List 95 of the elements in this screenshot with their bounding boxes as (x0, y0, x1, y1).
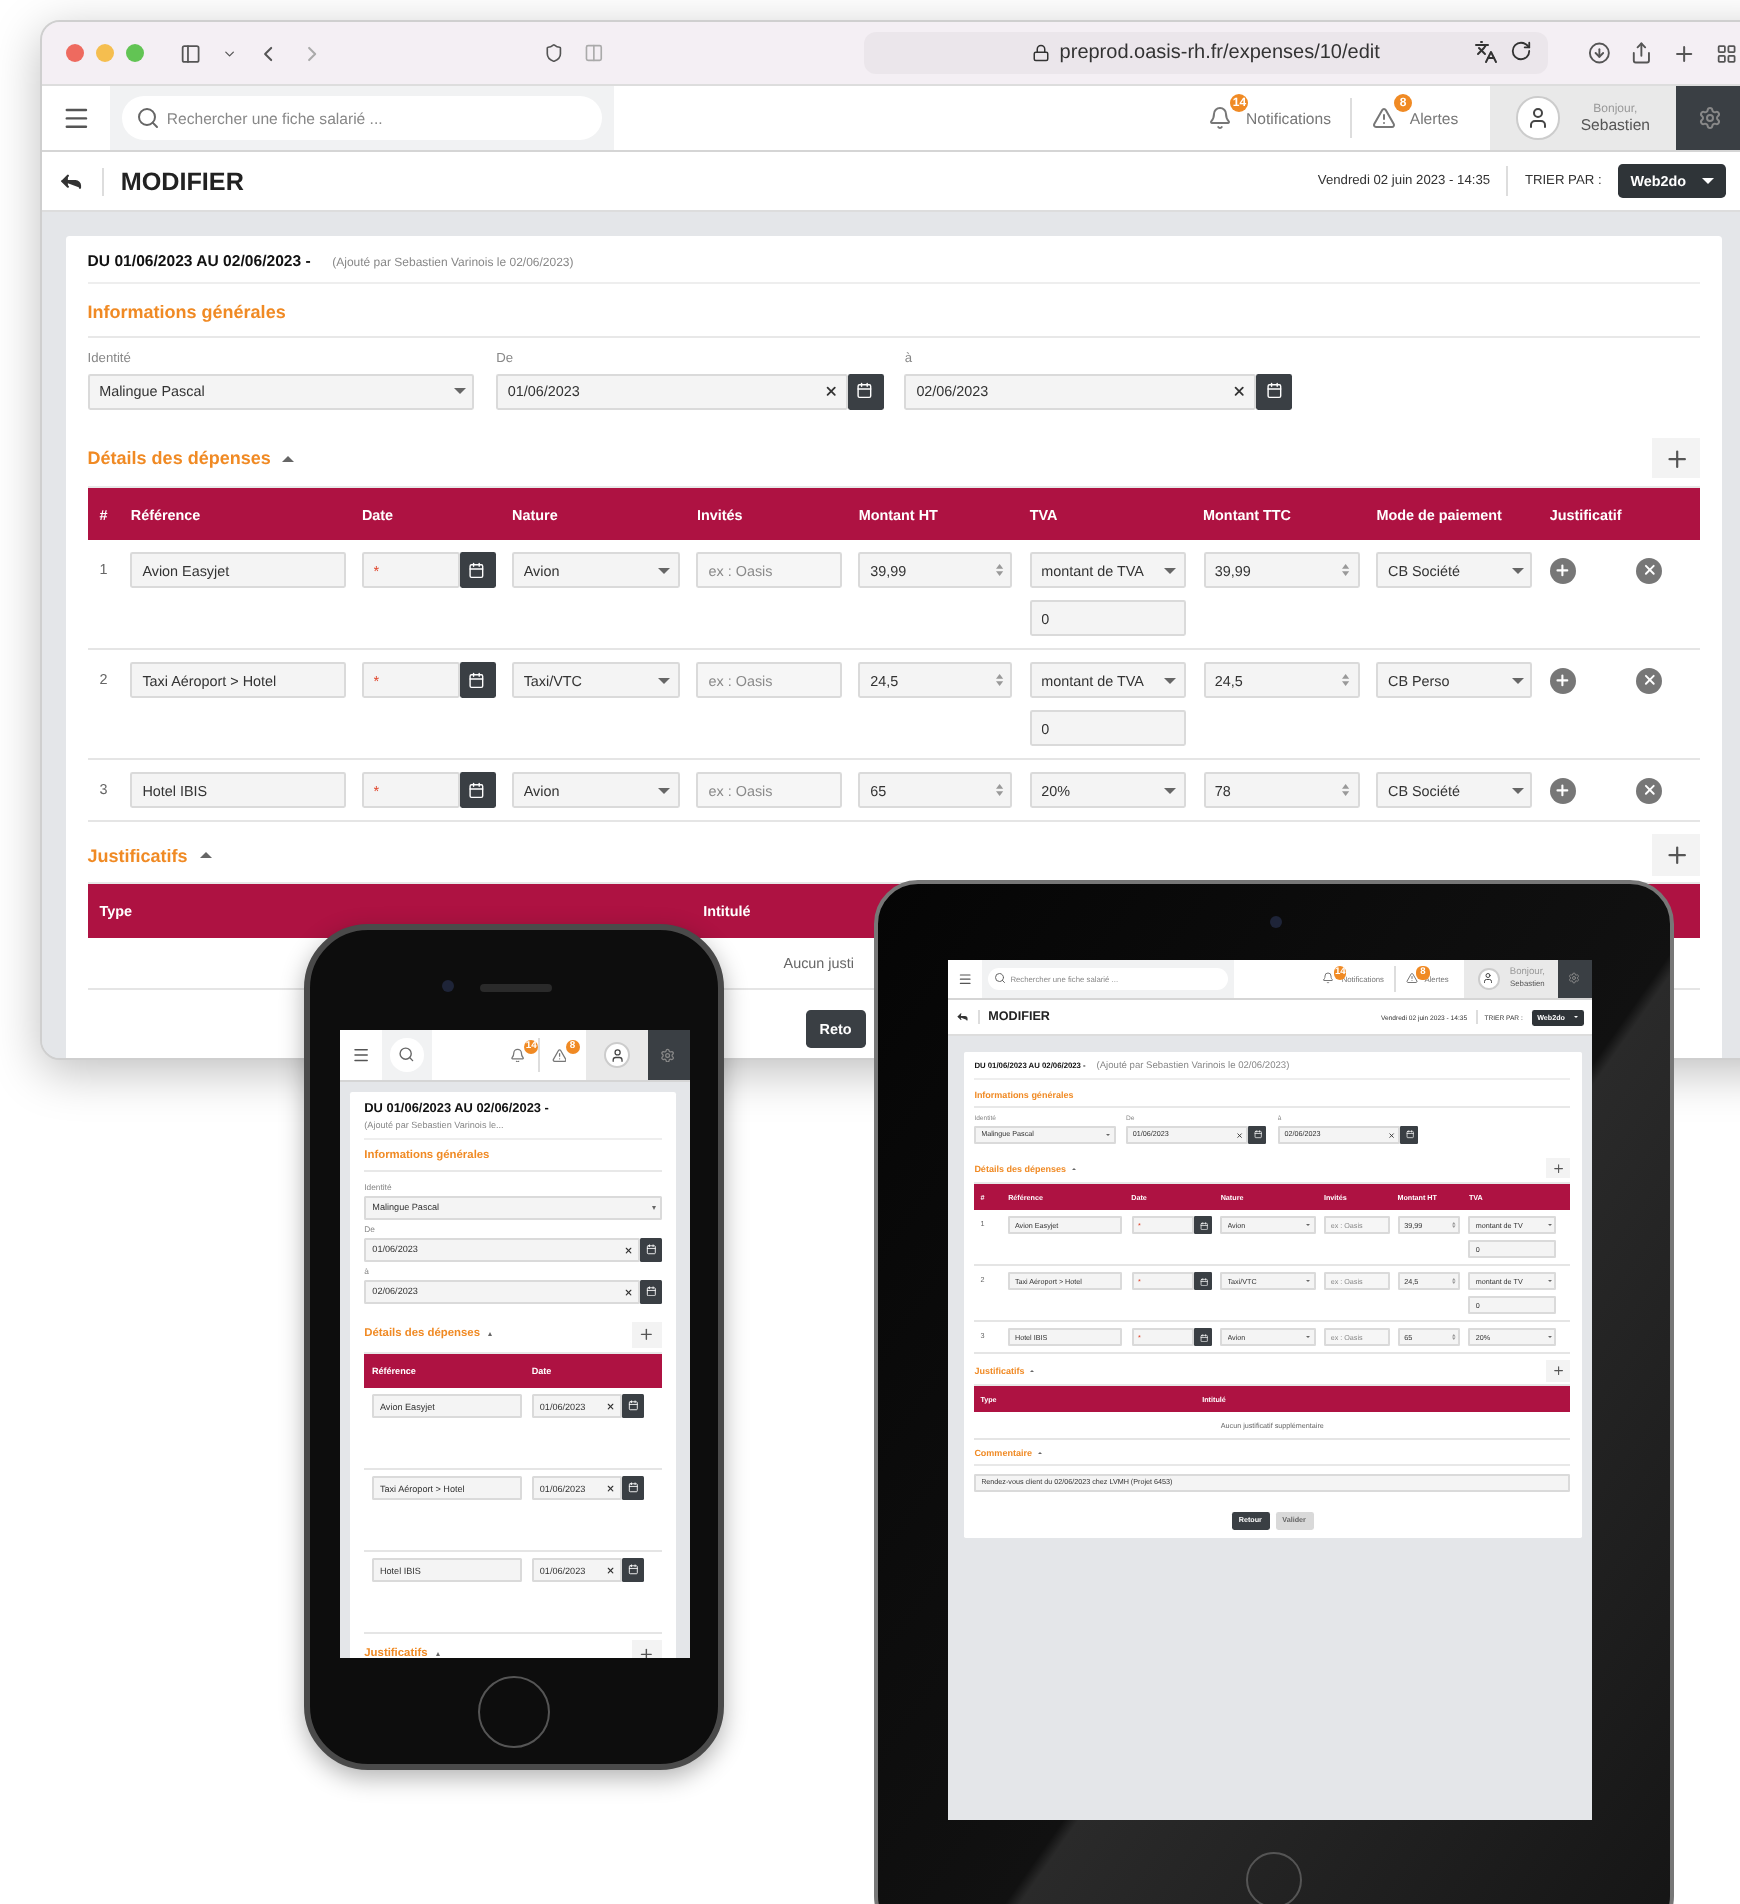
caret-icon[interactable] (435, 1651, 440, 1656)
calendar-button[interactable] (1194, 1272, 1213, 1291)
spinner-icon[interactable] (1342, 674, 1351, 687)
clear-icon[interactable] (1231, 383, 1247, 399)
spinner-icon[interactable] (996, 784, 1004, 797)
url-text: preprod.oasis-rh.fr/expenses/10/edit (1059, 42, 1380, 64)
section-title: Détails des dépenses (87, 448, 271, 469)
calendar-button[interactable] (639, 1238, 663, 1262)
calendar-button[interactable] (1194, 1328, 1213, 1347)
settings-icon[interactable] (1698, 106, 1722, 130)
home-button[interactable] (478, 1676, 550, 1748)
caret-icon (652, 1205, 657, 1210)
calendar-button[interactable] (847, 373, 884, 410)
x-icon (1641, 562, 1658, 579)
close-button[interactable] (66, 44, 84, 62)
add-button[interactable] (1546, 1360, 1571, 1381)
caret-icon[interactable] (487, 1332, 492, 1337)
tabs-overview-icon[interactable] (1716, 39, 1739, 67)
calendar-button[interactable] (1248, 1125, 1267, 1144)
translate-icon[interactable] (1473, 40, 1497, 64)
caret-icon (1511, 787, 1524, 794)
calendar-icon (468, 782, 486, 800)
calendar-button[interactable] (1255, 373, 1292, 410)
address-bar[interactable]: preprod.oasis-rh.fr/expenses/10/edit (864, 32, 1547, 74)
remove-button[interactable] (1636, 777, 1663, 804)
caret-icon (658, 677, 671, 684)
add-button[interactable] (1549, 557, 1577, 584)
calendar-button[interactable] (621, 1394, 645, 1418)
plus-icon (638, 1645, 656, 1657)
add-button[interactable] (1549, 667, 1577, 694)
caret-icon (1702, 178, 1715, 184)
calendar-button[interactable] (621, 1476, 645, 1500)
spinner-icon[interactable] (1342, 564, 1351, 577)
calendar-icon (468, 562, 486, 580)
lock-icon (1031, 44, 1050, 62)
plus-icon (1663, 445, 1690, 472)
calendar-icon (468, 672, 486, 690)
search-icon (398, 1046, 416, 1064)
reload-icon[interactable] (1509, 40, 1531, 62)
calendar-button[interactable] (459, 662, 496, 699)
add-button[interactable] (1652, 437, 1701, 479)
caret-icon (1164, 677, 1177, 684)
search-icon (135, 106, 160, 130)
caret-icon (1164, 567, 1177, 574)
download-icon[interactable] (1587, 38, 1610, 68)
plus-icon (1554, 672, 1572, 689)
caret-icon (658, 787, 671, 794)
add-button[interactable] (1546, 1158, 1571, 1179)
caret-icon (453, 388, 465, 395)
calendar-button[interactable] (459, 772, 496, 809)
caret-icon (1511, 567, 1524, 574)
caret-icon (658, 567, 671, 574)
calendar-button[interactable] (639, 1280, 663, 1304)
add-button[interactable] (631, 1321, 663, 1348)
section-title: Informations générales (87, 302, 286, 323)
x-icon (1641, 782, 1658, 799)
calendar-button[interactable] (621, 1558, 645, 1582)
clear-icon[interactable] (823, 383, 838, 399)
plus-icon (1554, 562, 1572, 579)
plus-icon (1554, 782, 1572, 799)
shield-icon[interactable] (544, 40, 565, 66)
spinner-icon[interactable] (996, 564, 1004, 577)
calendar-icon (856, 382, 874, 400)
page-title: MODIFIER (101, 167, 244, 195)
remove-button[interactable] (1636, 667, 1663, 694)
search-button[interactable] (390, 1038, 424, 1072)
camera-lens (1270, 916, 1282, 928)
section-title: Justificatifs (87, 845, 188, 866)
camera-lens (442, 980, 454, 992)
caret-icon[interactable] (199, 852, 212, 859)
calendar-button[interactable] (1400, 1125, 1419, 1144)
avatar-icon[interactable] (1515, 96, 1560, 140)
plus-icon (1663, 841, 1690, 869)
remove-button[interactable] (1636, 557, 1663, 584)
menu-icon[interactable] (61, 103, 90, 133)
share-icon[interactable] (1629, 38, 1653, 68)
avatar-icon[interactable] (1477, 968, 1499, 990)
calendar-button[interactable] (459, 552, 496, 589)
calendar-icon (1265, 382, 1283, 400)
spinner-icon[interactable] (1342, 784, 1351, 797)
x-icon (1641, 672, 1658, 689)
plus-icon (638, 1325, 656, 1343)
spinner-icon[interactable] (996, 674, 1004, 687)
caret-icon[interactable] (282, 455, 295, 462)
caret-icon (1164, 787, 1177, 794)
back-icon[interactable] (956, 1010, 970, 1024)
avatar-icon[interactable] (603, 1041, 631, 1069)
add-button[interactable] (1652, 834, 1701, 876)
add-button[interactable] (1549, 777, 1577, 804)
warning-icon[interactable] (1371, 106, 1396, 130)
sidebar-icon[interactable] (180, 39, 202, 67)
calendar-button[interactable] (1194, 1216, 1213, 1235)
caret-icon (1511, 677, 1524, 684)
menu-icon[interactable] (352, 1045, 371, 1064)
bell-icon[interactable] (1207, 106, 1232, 130)
